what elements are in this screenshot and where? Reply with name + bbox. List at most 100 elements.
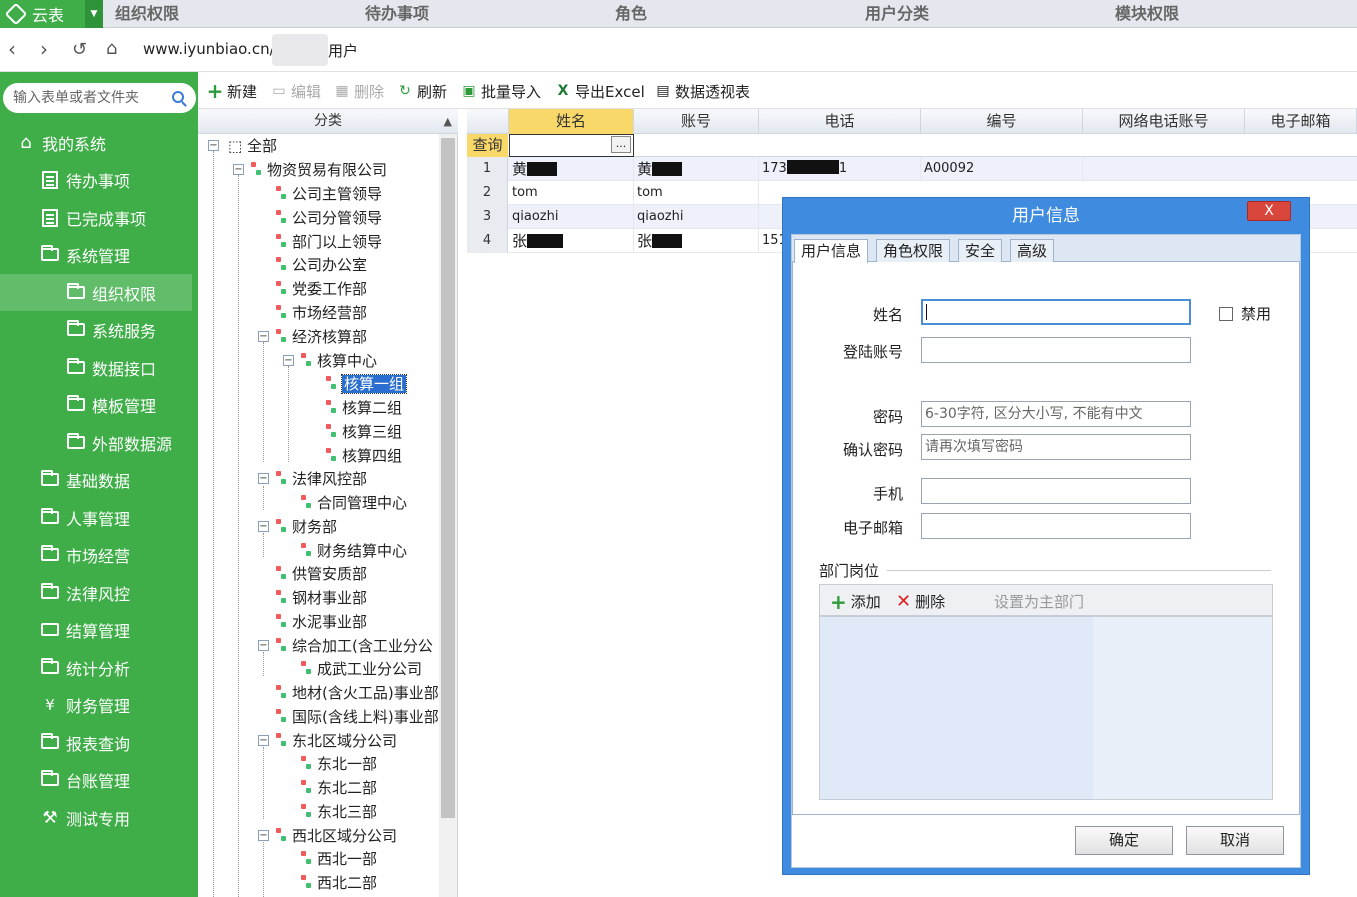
tab-advanced[interactable]: 高级	[1010, 239, 1055, 262]
collapse-icon[interactable]: −	[258, 331, 269, 342]
url-text[interactable]: www.iyunbiao.cn/	[143, 40, 275, 58]
sidebar-item-data-interface[interactable]: 数据接口	[0, 349, 192, 386]
set-main-department-button[interactable]: 设置为主部门	[994, 591, 1084, 612]
search-icon[interactable]	[172, 91, 184, 103]
collapse-icon[interactable]: −	[208, 140, 219, 151]
tab-todo[interactable]: 待办事项	[365, 0, 429, 28]
tree-node[interactable]: 供管安质部	[258, 562, 367, 586]
tree-node[interactable]: 公司办公室	[258, 253, 367, 277]
tab-user-info[interactable]: 用户信息	[794, 239, 869, 263]
tree-node[interactable]: 党委工作部	[258, 277, 367, 301]
sidebar-item-settlement[interactable]: 结算管理	[0, 611, 192, 648]
reload-icon[interactable]: ↺	[72, 39, 87, 60]
tree-node[interactable]: 核算四组	[308, 444, 402, 468]
tree-node[interactable]: 市场经营部	[258, 301, 367, 325]
tab-roles[interactable]: 角色	[615, 0, 647, 28]
tree-node[interactable]: 国际(含线上料)事业部	[258, 705, 438, 729]
column-header-name[interactable]: 姓名	[509, 109, 634, 134]
sidebar-item-hr[interactable]: 人事管理	[0, 499, 192, 536]
sidebar-item-testing[interactable]: ⚒ 测试专用	[0, 799, 192, 836]
tree-node[interactable]: 地材(含火工品)事业部	[258, 681, 438, 705]
sidebar-item-templates[interactable]: 模板管理	[0, 386, 192, 423]
tree-node[interactable]: 水泥事业部	[258, 610, 367, 634]
department-grid[interactable]	[819, 616, 1273, 800]
collapse-icon[interactable]: −	[258, 830, 269, 841]
delete-department-button[interactable]: ✕ 删除	[896, 591, 945, 612]
pivot-table-button[interactable]: ▤ 数据透视表	[654, 81, 750, 101]
tree-node-selected[interactable]: 核算一组	[308, 372, 408, 396]
name-input[interactable]	[921, 299, 1191, 325]
sidebar-item-system-management[interactable]: 系统管理	[0, 236, 192, 273]
edit-button[interactable]: ▭ 编辑	[270, 81, 321, 101]
sidebar-item-finance[interactable]: ¥ 财务管理	[0, 686, 192, 723]
tree-node[interactable]: 西北二部	[283, 871, 377, 895]
tab-org-permissions[interactable]: 组织权限	[115, 0, 179, 28]
tree-node[interactable]: − 经济核算部	[258, 325, 367, 349]
sidebar-item-org-permissions[interactable]: 组织权限	[0, 274, 192, 311]
refresh-button[interactable]: ↻ 刷新	[396, 81, 447, 101]
home-icon[interactable]: ⌂	[106, 38, 117, 59]
mobile-input[interactable]	[921, 478, 1191, 504]
column-header-email[interactable]: 电子邮箱	[1245, 109, 1357, 134]
sidebar-item-market[interactable]: 市场经营	[0, 536, 192, 573]
tree-node[interactable]: − 核算中心	[283, 349, 377, 373]
batch-import-button[interactable]: ▣ 批量导入	[460, 81, 541, 101]
sidebar-item-system-services[interactable]: 系统服务	[0, 311, 192, 348]
table-row[interactable]: 1 黄 黄 173 1 A00092	[467, 157, 1357, 181]
collapse-icon[interactable]: −	[233, 164, 244, 175]
ok-button[interactable]: 确定	[1075, 826, 1173, 855]
scroll-up-icon[interactable]: ▲	[444, 109, 452, 134]
tree-node[interactable]: 公司分管领导	[258, 206, 382, 230]
tree-node[interactable]: − 西北区域分公司	[258, 824, 397, 848]
sidebar-item-todo[interactable]: 待办事项	[0, 161, 192, 198]
tree-node[interactable]: 部门以上领导	[258, 230, 382, 254]
tree-node[interactable]: 东北二部	[283, 776, 377, 800]
tree-node[interactable]: − 东北区域分公司	[258, 729, 397, 753]
column-header-voip-account[interactable]: 网络电话账号	[1083, 109, 1245, 134]
tree-node[interactable]: 核算二组	[308, 396, 402, 420]
tab-security[interactable]: 安全	[958, 239, 1003, 262]
tree-node[interactable]: 核算三组	[308, 420, 402, 444]
tree-node[interactable]: 钢材事业部	[258, 586, 367, 610]
column-header-phone[interactable]: 电话	[759, 109, 921, 134]
tab-module-permissions[interactable]: 模块权限	[1115, 0, 1179, 28]
tree-node[interactable]: 东北三部	[283, 800, 377, 824]
collapse-icon[interactable]: −	[258, 640, 269, 651]
export-excel-button[interactable]: X 导出Excel	[554, 81, 645, 101]
tab-user-categories[interactable]: 用户分类	[865, 0, 929, 28]
sidebar-item-statistics[interactable]: 统计分析	[0, 649, 192, 686]
scrollbar-thumb[interactable]	[441, 138, 455, 818]
tree-node[interactable]: 公司主管领导	[258, 182, 382, 206]
email-input[interactable]	[921, 513, 1191, 539]
tree-node-all[interactable]: − ⬚ 全部	[208, 134, 277, 158]
tree-node-company[interactable]: − 物资贸易有限公司	[233, 158, 387, 182]
cancel-button[interactable]: 取消	[1186, 826, 1284, 855]
collapse-icon[interactable]: −	[258, 735, 269, 746]
collapse-icon[interactable]: −	[283, 355, 294, 366]
sidebar-item-external-data[interactable]: 外部数据源	[0, 424, 192, 461]
close-button[interactable]: X	[1247, 201, 1291, 221]
tree-node[interactable]: 西北一部	[283, 847, 377, 871]
sidebar-item-my-system[interactable]: ⌂ 我的系统	[0, 124, 192, 161]
tree-node[interactable]: 合同管理中心	[283, 491, 407, 515]
collapse-icon[interactable]: −	[258, 473, 269, 484]
disable-checkbox[interactable]	[1219, 307, 1233, 321]
tree-node[interactable]: − 综合加工(含工业分公	[258, 634, 438, 658]
tab-role-permissions[interactable]: 角色权限	[876, 239, 951, 262]
confirm-password-input[interactable]: 请再次填写密码	[921, 434, 1191, 460]
query-picker-button[interactable]: ...	[611, 136, 631, 153]
forward-icon[interactable]: ›	[40, 37, 48, 61]
tree-node[interactable]: − 法律风控部	[258, 467, 367, 491]
login-account-input[interactable]	[921, 337, 1191, 363]
sidebar-item-done[interactable]: 已完成事项	[0, 199, 192, 236]
tree-node[interactable]: 财务结算中心	[283, 539, 407, 563]
tree-node[interactable]: 成武工业分公司	[283, 657, 422, 681]
sidebar-item-basic-data[interactable]: 基础数据	[0, 461, 192, 498]
tree-scrollbar[interactable]	[439, 134, 457, 897]
add-department-button[interactable]: + 添加	[830, 591, 881, 612]
column-header-account[interactable]: 账号	[634, 109, 759, 134]
column-header-code[interactable]: 编号	[921, 109, 1083, 134]
sidebar-search-input[interactable]: 输入表单或者文件夹	[3, 83, 196, 113]
brand-dropdown-icon[interactable]: ▼	[85, 0, 103, 28]
sidebar-item-ledger[interactable]: 台账管理	[0, 761, 192, 798]
